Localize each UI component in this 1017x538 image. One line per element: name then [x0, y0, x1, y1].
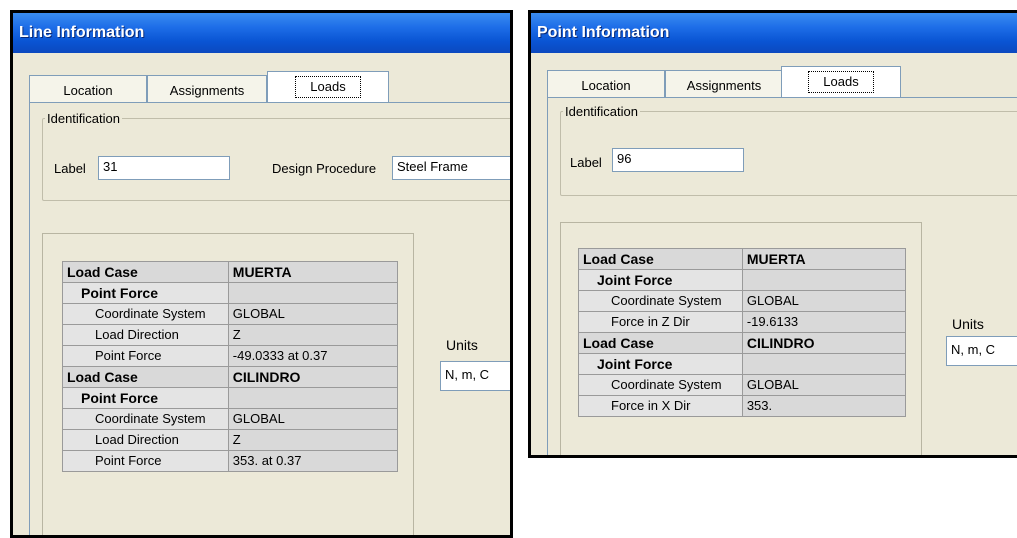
table-row[interactable]: Coordinate System GLOBAL	[578, 374, 907, 396]
table-row[interactable]: Load Case CILINDRO	[62, 366, 399, 388]
units-caption: Units	[952, 316, 984, 332]
row-name-cell: Load Case	[62, 366, 229, 388]
row-value-cell: MUERTA	[227, 261, 399, 283]
row-value-cell: GLOBAL	[741, 290, 907, 312]
row-value-cell: MUERTA	[741, 248, 907, 270]
row-name-cell: Load Direction	[62, 429, 229, 451]
tab-loads-label: Loads	[295, 76, 361, 98]
table-row[interactable]: Joint Force	[578, 353, 907, 375]
tab-location[interactable]: Location	[547, 70, 665, 98]
line-information-window: Line Information Location Assignments Lo…	[10, 10, 513, 538]
tab-assignments[interactable]: Assignments	[665, 70, 783, 98]
row-name-cell: Point Force	[62, 387, 229, 409]
units-select[interactable]: N, m, C	[440, 361, 510, 391]
table-row[interactable]: Point Force	[62, 387, 399, 409]
row-value-cell	[227, 282, 399, 304]
tab-assignments[interactable]: Assignments	[147, 75, 267, 103]
row-name-cell: Coordinate System	[578, 374, 743, 396]
row-name-cell: Load Case	[578, 332, 743, 354]
label-caption: Label	[54, 161, 86, 176]
row-value-cell: Z	[227, 429, 399, 451]
row-name-cell: Point Force	[62, 345, 229, 367]
table-row[interactable]: Load Case MUERTA	[62, 261, 399, 283]
units-caption: Units	[446, 337, 478, 353]
row-name-cell: Joint Force	[578, 353, 743, 375]
label-caption: Label	[570, 155, 602, 170]
table-row[interactable]: Coordinate System GLOBAL	[62, 303, 399, 325]
table-row[interactable]: Coordinate System GLOBAL	[62, 408, 399, 430]
identification-legend: Identification	[47, 111, 120, 126]
row-name-cell: Point Force	[62, 282, 229, 304]
window-title: Point Information	[531, 13, 1017, 53]
row-name-cell: Coordinate System	[62, 408, 229, 430]
row-value-cell: GLOBAL	[741, 374, 907, 396]
tab-panel: Identification Label 96 Load Case MUERTA J…	[547, 97, 1017, 455]
row-name-cell: Joint Force	[578, 269, 743, 291]
row-name-cell: Point Force	[62, 450, 229, 472]
row-name-cell: Load Case	[578, 248, 743, 270]
tab-loads[interactable]: Loads	[781, 66, 901, 98]
table-row[interactable]: Load Case MUERTA	[578, 248, 907, 270]
tab-loads[interactable]: Loads	[267, 71, 389, 103]
row-name-cell: Coordinate System	[62, 303, 229, 325]
row-name-cell: Coordinate System	[578, 290, 743, 312]
row-value-cell	[741, 269, 907, 291]
row-value-cell: Z	[227, 324, 399, 346]
identification-legend: Identification	[565, 104, 638, 119]
row-name-cell: Load Direction	[62, 324, 229, 346]
label-field[interactable]: 96	[612, 148, 744, 172]
window-title: Line Information	[13, 13, 510, 53]
table-row[interactable]: Load Direction Z	[62, 429, 399, 451]
table-row[interactable]: Load Case CILINDRO	[578, 332, 907, 354]
loads-table: Load Case MUERTA Point Force Coordinate Sys…	[62, 261, 399, 472]
row-value-cell: -19.6133	[741, 311, 907, 333]
row-name-cell: Load Case	[62, 261, 229, 283]
design-procedure-caption: Design Procedure	[272, 161, 377, 176]
row-value-cell: GLOBAL	[227, 408, 399, 430]
row-value-cell: GLOBAL	[227, 303, 399, 325]
tab-panel: Identification Label 31 Design Procedure…	[29, 102, 510, 535]
table-row[interactable]: Point Force 353. at 0.37	[62, 450, 399, 472]
table-row[interactable]: Force in X Dir 353.	[578, 395, 907, 417]
row-name-cell: Force in X Dir	[578, 395, 743, 417]
row-value-cell: 353. at 0.37	[227, 450, 399, 472]
table-row[interactable]: Point Force -49.0333 at 0.37	[62, 345, 399, 367]
table-row[interactable]: Coordinate System GLOBAL	[578, 290, 907, 312]
tab-loads-label: Loads	[808, 71, 874, 93]
row-name-cell: Force in Z Dir	[578, 311, 743, 333]
tab-location[interactable]: Location	[29, 75, 147, 103]
loads-table: Load Case MUERTA Joint Force Coordinate Sys…	[578, 248, 907, 417]
row-value-cell: 353.	[741, 395, 907, 417]
row-value-cell	[741, 353, 907, 375]
row-value-cell: CILINDRO	[741, 332, 907, 354]
row-value-cell: -49.0333 at 0.37	[227, 345, 399, 367]
table-row[interactable]: Joint Force	[578, 269, 907, 291]
row-value-cell: CILINDRO	[227, 366, 399, 388]
design-procedure-field[interactable]: Steel Frame	[392, 156, 510, 180]
units-select[interactable]: N, m, C	[946, 336, 1017, 366]
row-value-cell	[227, 387, 399, 409]
table-row[interactable]: Point Force	[62, 282, 399, 304]
label-field[interactable]: 31	[98, 156, 230, 180]
point-information-window: Point Information Location Assignments L…	[528, 10, 1017, 458]
table-row[interactable]: Force in Z Dir -19.6133	[578, 311, 907, 333]
table-row[interactable]: Load Direction Z	[62, 324, 399, 346]
